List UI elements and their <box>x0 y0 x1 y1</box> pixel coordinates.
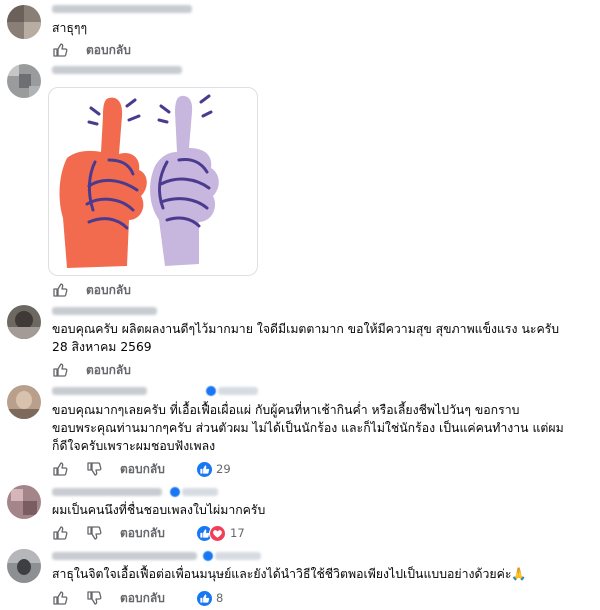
avatar[interactable] <box>7 305 41 339</box>
comment-actions: ตอบกลับ <box>52 362 131 378</box>
comment-actions: ตอบกลับ <box>52 461 165 477</box>
reply-button[interactable]: ตอบกลับ <box>86 361 131 380</box>
thumbs-up-icon[interactable] <box>52 42 68 58</box>
reaction-summary[interactable]: 17 <box>197 524 245 542</box>
commenter-name[interactable] <box>52 5 192 13</box>
avatar[interactable] <box>7 385 41 419</box>
badge-icon <box>203 551 213 561</box>
badge-label <box>215 552 261 560</box>
reaction-summary[interactable]: 8 <box>197 590 223 606</box>
reaction-count: 17 <box>230 526 245 540</box>
badge-icon <box>206 386 216 396</box>
reaction-count: 29 <box>216 462 231 476</box>
badge-icon <box>170 487 180 497</box>
comment-actions: ตอบกลับ <box>52 42 131 58</box>
like-reaction-icon <box>197 461 212 477</box>
comment-actions: ตอบกลับ <box>52 590 165 606</box>
reply-button[interactable]: ตอบกลับ <box>120 524 165 543</box>
commenter-name[interactable] <box>52 66 182 74</box>
comment-text-line: ขอบพระคุณท่านมากๆครับ ส่วนตัวผม ไม่ได้เป… <box>52 421 564 435</box>
thumbs-up-icon[interactable] <box>52 590 68 606</box>
thumbs-up-icon[interactable] <box>52 525 68 541</box>
avatar[interactable] <box>7 485 41 519</box>
avatar[interactable] <box>7 64 41 98</box>
two-thumbs-up-sticker <box>59 94 219 268</box>
commenter-name[interactable] <box>52 387 147 395</box>
reply-button[interactable]: ตอบกลับ <box>86 41 131 60</box>
thumbs-down-icon[interactable] <box>86 590 102 606</box>
comment-actions: ตอบกลับ <box>52 525 165 541</box>
comment-text: สาธุๆๆ <box>52 21 88 35</box>
commenter-name[interactable] <box>52 552 197 560</box>
avatar[interactable] <box>7 5 41 39</box>
thumbs-down-icon[interactable] <box>86 461 102 477</box>
comment-text-line: 28 สิงหาคม 2569 <box>52 340 152 354</box>
reaction-summary[interactable]: 29 <box>197 461 231 477</box>
love-reaction-icon <box>209 524 226 542</box>
reply-button[interactable]: ตอบกลับ <box>120 460 165 479</box>
thumbs-down-icon[interactable] <box>86 525 102 541</box>
badge-label <box>182 488 218 496</box>
badge-label <box>218 387 258 395</box>
commenter-name[interactable] <box>52 307 157 315</box>
like-reaction-icon <box>197 590 212 606</box>
comment-actions: ตอบกลับ <box>52 282 131 298</box>
thumbs-up-icon[interactable] <box>52 362 68 378</box>
reply-button[interactable]: ตอบกลับ <box>86 281 131 300</box>
thumbs-up-icon[interactable] <box>52 282 68 298</box>
sticker-image[interactable] <box>48 87 258 276</box>
thumbs-up-icon[interactable] <box>52 461 68 477</box>
comment-text: ผมเป็นคนนึงที่ชื่นชอบเพลงใบไผ่มากครับ <box>52 503 266 517</box>
comment-text-line: ขอบคุณมากๆเลยครับ ที่เอื้อเฟื้อเผื่อแผ่ … <box>52 403 520 417</box>
avatar[interactable] <box>7 549 41 583</box>
reaction-count: 8 <box>216 591 224 605</box>
commenter-name[interactable] <box>52 488 162 496</box>
comment-text: สาธุในจิตใจเอื้อเฟื้อต่อเพื่อนมนุษย์และย… <box>52 567 527 581</box>
comment-text-line: ขอบคุณครับ ผลิตผลงานดีๆไว้มากมาย ใจดีมีเ… <box>52 322 560 336</box>
reply-button[interactable]: ตอบกลับ <box>120 589 165 608</box>
comment-text-line: ก็ดีใจครับเพราะผมชอบฟังเพลง <box>52 439 216 453</box>
